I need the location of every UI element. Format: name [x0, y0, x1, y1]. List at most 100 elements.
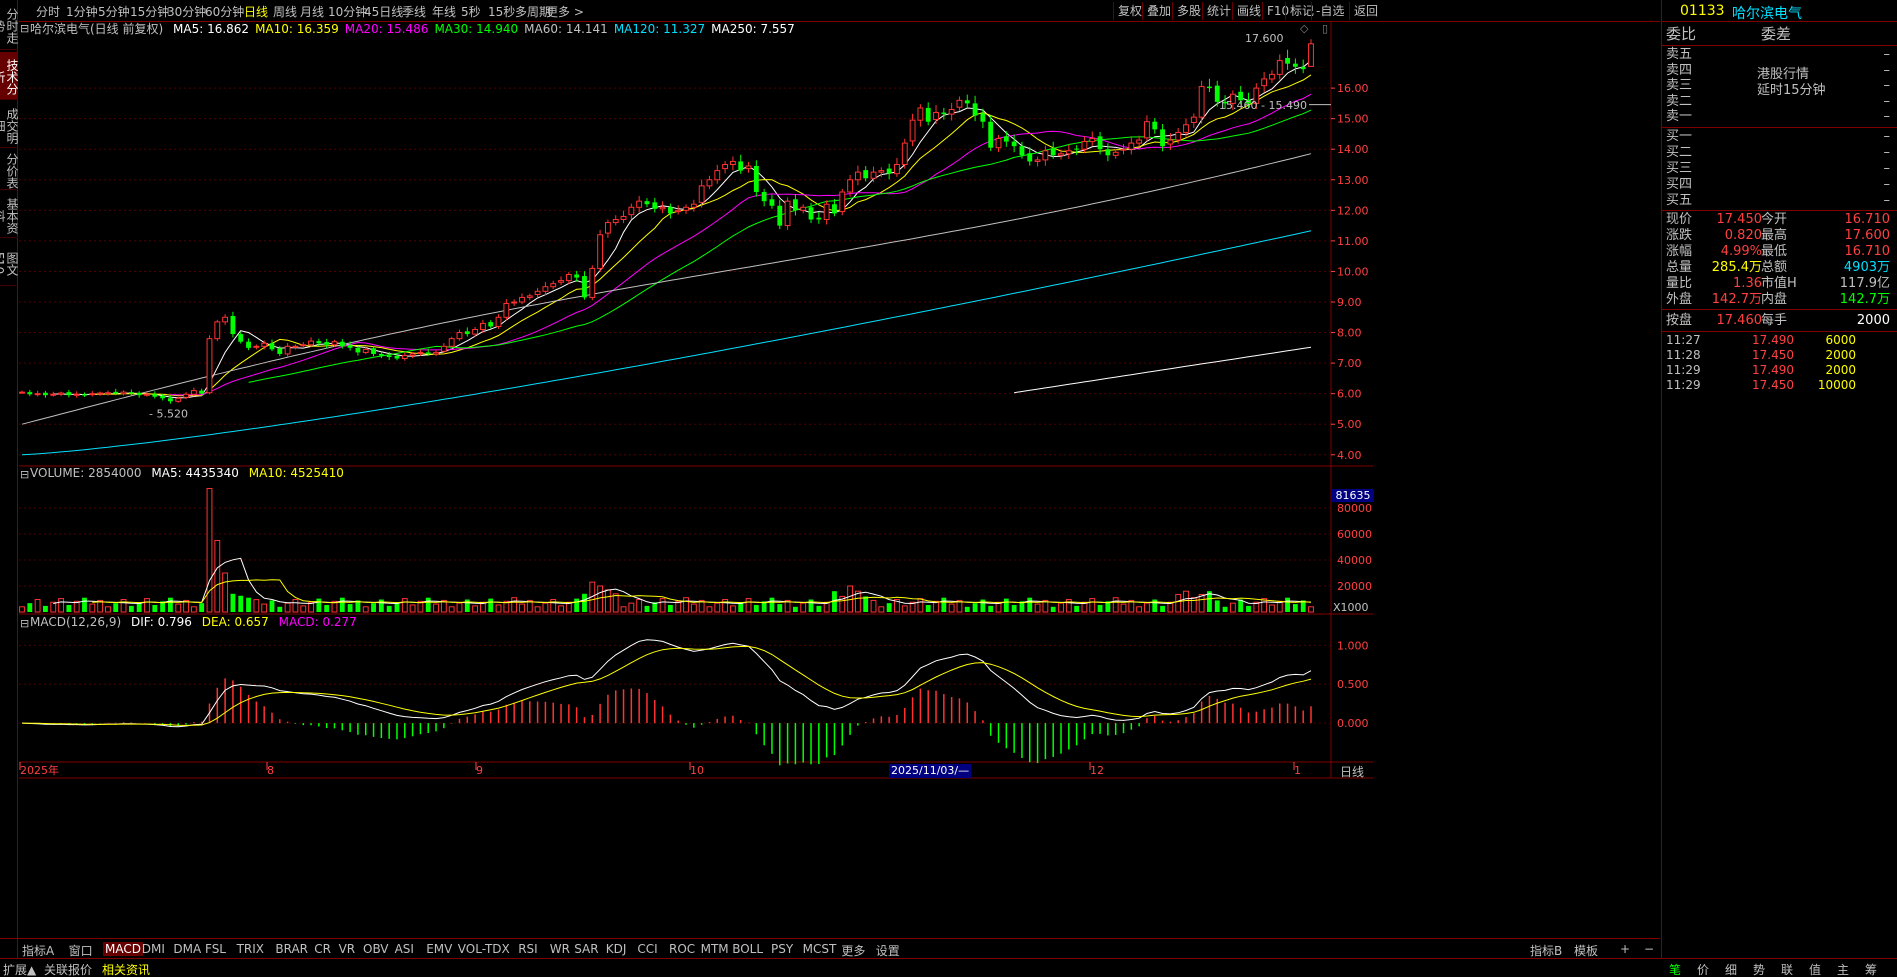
timeframe-14[interactable]: 15秒: [488, 3, 515, 20]
quote-view-tab-3[interactable]: 势: [1753, 961, 1765, 977]
indicator-right-2[interactable]: +: [1620, 942, 1630, 956]
candle-body-up: [995, 138, 1002, 149]
indicator-1[interactable]: 窗口: [69, 942, 93, 959]
volume-bar-down: [277, 606, 283, 612]
indicator-24[interactable]: 更多: [841, 942, 865, 959]
volume-bar-up: [542, 602, 549, 613]
toolbar-button-1[interactable]: 叠加: [1142, 2, 1175, 20]
timeframe-13[interactable]: 5秒: [461, 3, 481, 20]
indicator-2[interactable]: MACD: [103, 942, 143, 956]
timeframe-8[interactable]: 月线: [300, 3, 324, 20]
bottom-tab-1[interactable]: 关联报价: [44, 961, 92, 977]
timeframe-12[interactable]: 年线: [432, 3, 456, 20]
indicator-11[interactable]: ASI: [395, 942, 414, 956]
toolbar-button-3[interactable]: 统计: [1202, 2, 1235, 20]
candle-body-up: [472, 329, 479, 335]
volume-bar-up: [800, 602, 807, 613]
bottom-tab-2[interactable]: 相关资讯: [100, 961, 153, 977]
indicator-3[interactable]: DMI: [142, 942, 165, 956]
indicator-13[interactable]: VOL-TDX: [458, 942, 510, 956]
indicator-right-0[interactable]: 指标B: [1530, 942, 1562, 959]
candle-body-down: [832, 204, 837, 214]
indicator-6[interactable]: TRIX: [237, 942, 264, 956]
indicator-right-3[interactable]: −: [1644, 942, 1654, 956]
left-tab-5[interactable]: 图文F10: [0, 240, 19, 286]
volume-bar-down: [339, 597, 345, 612]
quote-row: 涨幅 4.99% 最低 16.710: [1666, 244, 1894, 260]
range-annotation: 15.460 - 15.490: [1219, 99, 1307, 112]
volume-axis-label: 60000: [1337, 528, 1372, 541]
candle-body-down: [1285, 58, 1290, 64]
indicator-16[interactable]: SAR: [574, 942, 598, 956]
quote-view-tab-5[interactable]: 值: [1809, 961, 1821, 977]
volume-bar-up: [1198, 593, 1205, 613]
candle-body-up: [440, 345, 447, 352]
indicator-9[interactable]: VR: [339, 942, 356, 956]
quote-view-tab-1[interactable]: 价: [1697, 961, 1709, 977]
indicator-10[interactable]: OBV: [363, 942, 389, 956]
indicator-4[interactable]: DMA: [173, 942, 201, 956]
timeframe-10[interactable]: 45日线: [364, 3, 403, 20]
toolbar-button-2[interactable]: 多股: [1172, 2, 1205, 20]
candle-body-down: [1074, 148, 1080, 150]
candle-body-down: [113, 391, 119, 394]
left-tab-4[interactable]: 基本资料: [0, 192, 19, 238]
timeframe-2[interactable]: 5分钟: [98, 3, 130, 20]
quote-row: 11:29 17.490 2000: [1666, 363, 1894, 378]
bottom-tab-0[interactable]: 扩展▲: [3, 961, 36, 977]
indicator-0[interactable]: 指标A: [22, 942, 54, 959]
quote-view-tab-2[interactable]: 细: [1725, 961, 1737, 977]
candle-body-up: [597, 234, 604, 269]
indicator-23[interactable]: MCST: [803, 942, 837, 956]
indicator-17[interactable]: KDJ: [606, 942, 627, 956]
indicator-14[interactable]: RSI: [518, 942, 538, 956]
left-tab-2[interactable]: 成交明细: [0, 102, 19, 148]
candle-body-up: [1261, 78, 1268, 87]
volume-bar-down: [886, 603, 892, 612]
sell-level-label: 卖四: [1666, 62, 1693, 78]
ma-line-MA30: [248, 109, 1312, 383]
timeframe-3[interactable]: 15分钟: [130, 3, 169, 20]
toolbar-button-8[interactable]: 返回: [1349, 2, 1382, 20]
ma-line-MA60: [21, 153, 1312, 425]
indicator-right-1[interactable]: 模板: [1574, 942, 1598, 959]
indicator-20[interactable]: MTM: [701, 942, 729, 956]
toolbar-button-7[interactable]: -自选: [1311, 2, 1348, 20]
indicator-8[interactable]: CR: [314, 942, 331, 956]
quote-view-tab-4[interactable]: 联: [1781, 961, 1793, 977]
candle-body-up: [503, 303, 510, 318]
timeframe-1[interactable]: 1分钟: [66, 3, 98, 20]
indicator-25[interactable]: 设置: [876, 942, 900, 959]
quote-view-tab-0[interactable]: 笔: [1669, 961, 1681, 977]
indicator-21[interactable]: BOLL: [732, 942, 763, 956]
collapse-icon[interactable]: ⊟: [20, 617, 29, 630]
timeframe-9[interactable]: 10分钟: [328, 3, 367, 20]
toolbar-button-4[interactable]: 画线: [1232, 2, 1265, 20]
indicator-7[interactable]: BRAR: [275, 942, 308, 956]
quote-view-tab-7[interactable]: 筹: [1865, 961, 1877, 977]
indicator-15[interactable]: WR: [550, 942, 570, 956]
high-annotation: 17.600: [1245, 32, 1284, 45]
timeframe-0[interactable]: 分时: [36, 3, 60, 20]
collapse-icon[interactable]: ⊟: [20, 22, 29, 35]
timeframe-7[interactable]: 周线: [273, 3, 297, 20]
expand-icon[interactable]: ▯: [1322, 22, 1328, 35]
timeframe-16[interactable]: 更多 >: [546, 3, 584, 20]
candle-body-up: [1042, 150, 1049, 161]
quote-view-tab-6[interactable]: 主: [1837, 961, 1849, 977]
indicator-19[interactable]: ROC: [669, 942, 695, 956]
timeframe-4[interactable]: 30分钟: [167, 3, 206, 20]
indicator-18[interactable]: CCI: [637, 942, 657, 956]
timeframe-5[interactable]: 60分钟: [205, 3, 244, 20]
indicator-22[interactable]: PSY: [771, 942, 793, 956]
left-tab-1[interactable]: 技术分析: [0, 52, 19, 100]
timeframe-11[interactable]: 季线: [402, 3, 426, 20]
indicator-12[interactable]: EMV: [426, 942, 452, 956]
left-tab-0[interactable]: 分时走势: [0, 0, 19, 50]
timeframe-6[interactable]: 日线: [244, 3, 268, 20]
indicator-5[interactable]: FSL: [205, 942, 226, 956]
left-tab-3[interactable]: 分价表: [0, 150, 19, 190]
collapse-icon[interactable]: ⊟: [20, 468, 29, 481]
diamond-icon[interactable]: ◇: [1300, 22, 1308, 35]
volume-bar-up: [550, 599, 557, 613]
